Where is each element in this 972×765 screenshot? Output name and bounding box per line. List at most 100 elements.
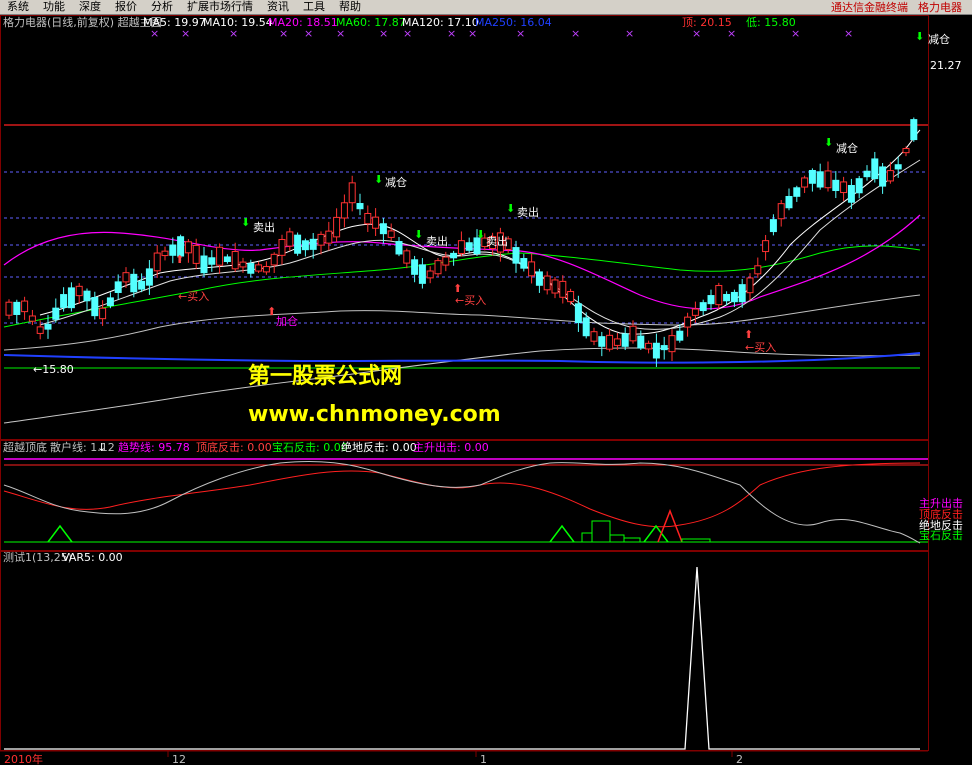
candle-body [567, 290, 575, 303]
candle-body [426, 270, 434, 279]
candle-body [684, 316, 692, 328]
candle-body [606, 334, 614, 350]
signal-label: 加仓 [276, 314, 298, 328]
candle-body [122, 272, 130, 283]
sub1-red-line [3, 462, 921, 528]
candle-body [832, 179, 840, 192]
candle-body [769, 219, 777, 233]
menu-item-system[interactable]: 系统 [0, 0, 36, 14]
candle-body [816, 171, 824, 188]
sell-arrow-icon: ⬇ [915, 30, 924, 43]
signal-label: 卖出 [517, 205, 539, 219]
candle-body [5, 301, 13, 316]
candle-body [730, 291, 738, 303]
signal-label: 减仓 [928, 32, 950, 46]
sub1-gem-marker [549, 524, 575, 543]
signal-label: 卖出 [486, 234, 508, 248]
signal-buy-3: ⬆ ←买入 [744, 328, 776, 354]
signal-marker-icon: × [625, 27, 634, 40]
candle-body [551, 279, 559, 294]
candle-body [130, 273, 138, 293]
candle-body [512, 247, 520, 264]
candle-body [192, 244, 200, 264]
candle-body [707, 295, 715, 305]
candle-body [746, 277, 754, 294]
menu-item-news[interactable]: 资讯 [260, 0, 296, 14]
sell-arrow-icon: ⬇ [374, 173, 383, 186]
candle-body [863, 170, 871, 178]
menu-item-depth[interactable]: 深度 [72, 0, 108, 14]
candle-body [598, 336, 606, 347]
sell-arrow-icon: ⬇ [241, 216, 250, 229]
candle-body [902, 148, 910, 154]
candle-body [387, 230, 395, 238]
high-price-label: 21.27 [930, 59, 962, 72]
candle-body [216, 246, 224, 266]
candle-body [356, 203, 364, 210]
sub1-bar [681, 538, 711, 543]
candle-body [403, 250, 411, 264]
candle-body [457, 240, 465, 255]
sub1-retail-line [3, 460, 921, 544]
candle-body [208, 257, 216, 265]
watermark-title: 第一股票公式网 [248, 363, 402, 389]
buy-arrow-icon: ⬆ [175, 253, 184, 266]
candle-body [255, 264, 263, 272]
candle-body [879, 166, 887, 187]
menu-item-help[interactable]: 帮助 [332, 0, 368, 14]
candlestick-series: × × × × × × × × × × × × × × × × × [5, 27, 918, 367]
candle-body [91, 296, 99, 317]
candle-body [793, 187, 801, 197]
sell-arrow-icon: ⬇ [824, 136, 833, 149]
candle-body [910, 119, 918, 141]
candle-body [871, 158, 879, 180]
candle-body [138, 280, 146, 290]
candle-body [777, 203, 785, 220]
candle-body [785, 195, 793, 209]
candle-body [28, 315, 36, 322]
legend-gem: 宝石反击 [919, 528, 963, 542]
menu-item-function[interactable]: 功能 [36, 0, 72, 14]
candle-body [894, 164, 902, 170]
candle-body [301, 240, 309, 251]
sub1-main-rise-value: 主升出击: 0.00 [413, 440, 489, 454]
main-panel-border [0, 15, 929, 440]
candle-body [44, 323, 52, 330]
candle-body [411, 259, 419, 275]
candle-body [223, 256, 231, 263]
stock-chart[interactable]: 格力电器(日线,前复权) 超越主图 MA5: 19.97 MA10: 19.54… [0, 15, 972, 765]
sub1-panel-border [0, 440, 929, 551]
signal-marker-icon: × [336, 27, 345, 40]
candle-body [270, 253, 278, 266]
signal-label: 卖出 [426, 234, 448, 248]
candle-body [239, 261, 247, 268]
candle-body [372, 216, 380, 229]
signal-reduce-3: ⬇ 减仓 [374, 173, 407, 189]
x-label-year: 2010年 [4, 752, 43, 765]
candle-body [36, 326, 44, 334]
candle-body [364, 212, 372, 225]
signal-label: 减仓 [836, 141, 858, 155]
x-label-jan: 1 [480, 753, 487, 765]
menu-item-analysis[interactable]: 分析 [144, 0, 180, 14]
signal-marker-icon: × [304, 27, 313, 40]
candle-body [333, 216, 341, 238]
signal-marker-icon: × [844, 27, 853, 40]
menu-item-tools[interactable]: 工具 [296, 0, 332, 14]
menu-item-quote[interactable]: 报价 [108, 0, 144, 14]
candle-body [294, 234, 302, 254]
stock-name: 格力电器 [918, 1, 962, 14]
candle-body [723, 293, 731, 302]
candle-body [395, 241, 403, 255]
signal-label: ←买入 [455, 294, 486, 307]
menu-item-extended-market[interactable]: 扩展市场行情 [180, 0, 260, 14]
candle-body [145, 268, 153, 286]
candle-body [465, 242, 473, 251]
signal-buy-2: ⬆ ←买入 [453, 282, 486, 307]
candle-body [613, 338, 621, 346]
signal-marker-icon: × [516, 27, 525, 40]
signal-label: 卖出 [253, 220, 275, 234]
candle-body [247, 263, 255, 274]
signal-marker-icon: × [279, 27, 288, 40]
candle-body [325, 230, 333, 244]
